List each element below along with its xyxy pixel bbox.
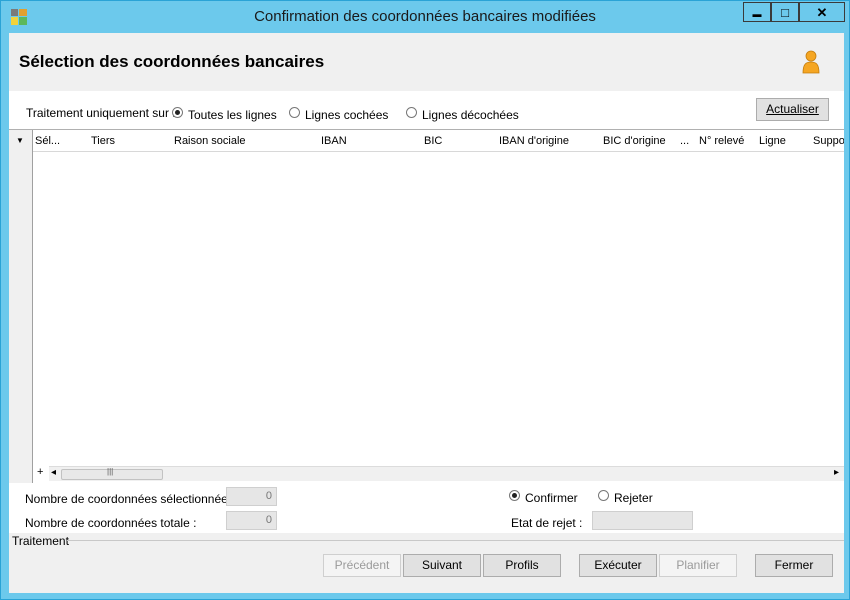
column-header-releve[interactable]: N° relevé <box>699 135 744 147</box>
data-grid[interactable]: ▼ + Sél... Tiers Raison sociale IBAN BIC… <box>9 129 844 484</box>
radio-unchecked-lines-label[interactable]: Lignes décochées <box>422 108 519 122</box>
total-count-field: 0 <box>226 511 277 530</box>
page-title: Sélection des coordonnées bancaires <box>19 52 325 71</box>
total-count-label: Nombre de coordonnées totale : <box>25 516 197 530</box>
maximize-icon: □ <box>781 5 789 20</box>
filter-bar: Traitement uniquement sur : Toutes les l… <box>9 91 844 129</box>
next-button[interactable]: Suivant <box>403 554 481 577</box>
title-bar[interactable]: Confirmation des coordonnées bancaires m… <box>1 1 849 32</box>
filter-label: Traitement uniquement sur : <box>26 106 176 120</box>
close-icon: ✕ <box>816 5 828 20</box>
previous-button[interactable]: Précédent <box>323 554 401 577</box>
reject-state-field[interactable] <box>592 511 693 530</box>
user-icon[interactable] <box>801 50 821 74</box>
reject-state-label: Etat de rejet : <box>511 516 583 530</box>
column-header-bic[interactable]: BIC <box>424 135 442 147</box>
schedule-button[interactable]: Planifier <box>659 554 737 577</box>
column-header-ellipsis[interactable]: ... <box>680 135 689 147</box>
add-row-icon[interactable]: + <box>37 466 43 478</box>
radio-all-lines[interactable] <box>172 107 183 118</box>
group-divider <box>67 540 844 541</box>
column-header-tiers[interactable]: Tiers <box>91 135 115 147</box>
minimize-icon: ▬ <box>752 9 762 19</box>
window-title: Confirmation des coordonnées bancaires m… <box>254 8 596 25</box>
radio-checked-lines[interactable] <box>289 107 300 118</box>
column-header-raison-sociale[interactable]: Raison sociale <box>174 135 246 147</box>
scroll-left-icon[interactable]: ◂ <box>51 467 56 478</box>
grid-row-gutter: ▼ + <box>9 130 43 483</box>
column-header-selection[interactable]: Sél... <box>35 135 60 147</box>
horizontal-scrollbar[interactable]: ◂ ||| ▸ <box>49 466 844 481</box>
refresh-button[interactable]: Actualiser <box>756 98 829 121</box>
column-header-bic-origine[interactable]: BIC d'origine <box>603 135 666 147</box>
minimize-button[interactable]: ▬ <box>743 2 771 22</box>
profiles-button[interactable]: Profils <box>483 554 561 577</box>
column-header-ligne[interactable]: Ligne <box>759 135 786 147</box>
radio-confirm-label[interactable]: Confirmer <box>525 491 578 505</box>
maximize-button[interactable]: □ <box>771 2 799 22</box>
radio-reject[interactable] <box>598 490 609 501</box>
radio-confirm[interactable] <box>509 490 520 501</box>
radio-reject-label[interactable]: Rejeter <box>614 491 653 505</box>
application-window: Confirmation des coordonnées bancaires m… <box>0 0 850 600</box>
dialog-body: Sélection des coordonnées bancaires Trai… <box>9 33 844 593</box>
summary-panel: Nombre de coordonnées sélectionnées : 0 … <box>9 483 844 533</box>
execute-button[interactable]: Exécuter <box>579 554 657 577</box>
traitement-group: Traitement Précédent Suivant Profils Exé… <box>9 533 844 593</box>
selected-count-label: Nombre de coordonnées sélectionnées : <box>25 492 241 506</box>
column-header-iban-origine[interactable]: IBAN d'origine <box>499 135 569 147</box>
grid-menu-icon[interactable]: ▼ <box>16 136 24 145</box>
grip-icon: ||| <box>107 467 114 476</box>
scroll-right-icon[interactable]: ▸ <box>834 467 839 478</box>
header-divider <box>33 151 844 152</box>
scrollbar-thumb[interactable]: ||| <box>61 467 163 480</box>
radio-all-lines-label[interactable]: Toutes les lignes <box>188 108 277 122</box>
column-header-iban[interactable]: IBAN <box>321 135 347 147</box>
close-button[interactable]: ✕ <box>799 2 845 22</box>
page-header: Sélection des coordonnées bancaires <box>9 33 844 91</box>
traitement-label: Traitement <box>12 534 69 548</box>
radio-unchecked-lines[interactable] <box>406 107 417 118</box>
column-header-support[interactable]: Suppo <box>813 135 844 147</box>
selected-count-field: 0 <box>226 487 277 506</box>
radio-checked-lines-label[interactable]: Lignes cochées <box>305 108 388 122</box>
close-dialog-button[interactable]: Fermer <box>755 554 833 577</box>
